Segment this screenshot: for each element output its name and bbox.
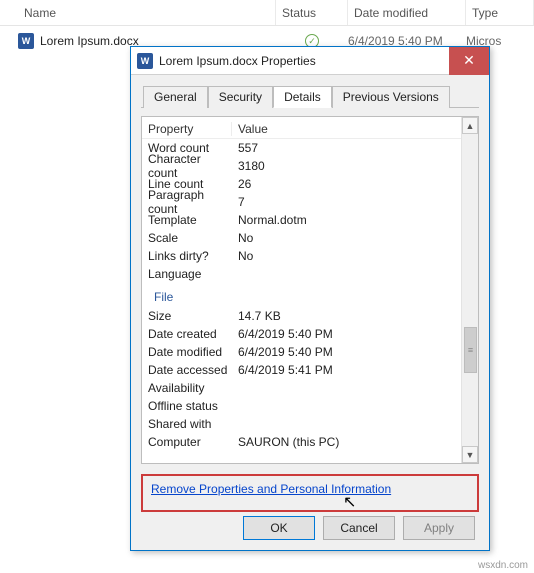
close-icon: ✕ xyxy=(463,52,475,69)
scroll-track[interactable] xyxy=(462,134,478,446)
tab-general[interactable]: General xyxy=(143,86,208,108)
cursor-icon: ↖ xyxy=(343,492,356,512)
prop-row[interactable]: Offline status xyxy=(142,397,461,415)
file-name: Lorem Ipsum.docx xyxy=(40,34,139,48)
prop-row[interactable]: Date modified6/4/2019 5:40 PM xyxy=(142,343,461,361)
cancel-button[interactable]: Cancel xyxy=(323,516,395,540)
dialog-button-row: OK Cancel Apply xyxy=(141,516,479,540)
scroll-up-button[interactable]: ▲ xyxy=(462,117,478,134)
column-header-row: Name Status Date modified Type xyxy=(0,0,534,26)
prop-row[interactable]: Paragraph count7 xyxy=(142,193,461,211)
prop-row[interactable]: Date accessed6/4/2019 5:41 PM xyxy=(142,361,461,379)
prop-row[interactable]: Size14.7 KB xyxy=(142,307,461,325)
column-header-date[interactable]: Date modified xyxy=(348,0,466,25)
tab-previous-versions[interactable]: Previous Versions xyxy=(332,86,450,108)
remove-properties-highlight: Remove Properties and Personal Informati… xyxy=(141,474,479,512)
prop-row[interactable]: TemplateNormal.dotm xyxy=(142,211,461,229)
ok-button[interactable]: OK xyxy=(243,516,315,540)
tab-details[interactable]: Details xyxy=(273,86,332,108)
dialog-title: Lorem Ipsum.docx Properties xyxy=(159,54,316,68)
prop-row[interactable]: Availability xyxy=(142,379,461,397)
column-header-status[interactable]: Status xyxy=(276,0,348,25)
prop-row[interactable]: ComputerSAURON (this PC) xyxy=(142,433,461,451)
apply-button[interactable]: Apply xyxy=(403,516,475,540)
dialog-titlebar[interactable]: W Lorem Ipsum.docx Properties ✕ xyxy=(131,47,489,75)
header-property[interactable]: Property xyxy=(142,122,232,136)
close-button[interactable]: ✕ xyxy=(449,47,489,75)
column-header-name[interactable]: Name xyxy=(18,0,276,25)
tab-strip: General Security Details Previous Versio… xyxy=(141,85,479,108)
scroll-thumb[interactable] xyxy=(464,327,477,373)
prop-row[interactable]: Date created6/4/2019 5:40 PM xyxy=(142,325,461,343)
word-doc-icon: W xyxy=(18,33,34,49)
column-header-type[interactable]: Type xyxy=(466,0,534,25)
list-header: Property Value xyxy=(142,119,461,139)
tab-security[interactable]: Security xyxy=(208,86,273,108)
property-listbox: Property Value Word count557 Character c… xyxy=(141,116,479,464)
prop-row[interactable]: Shared with xyxy=(142,415,461,433)
prop-row[interactable]: Language xyxy=(142,265,461,283)
prop-row[interactable]: ScaleNo xyxy=(142,229,461,247)
prop-row[interactable]: Character count3180 xyxy=(142,157,461,175)
word-doc-icon: W xyxy=(137,53,153,69)
group-file: File xyxy=(142,287,461,307)
header-value[interactable]: Value xyxy=(232,122,461,136)
scroll-down-button[interactable]: ▼ xyxy=(462,446,478,463)
watermark-text: wsxdn.com xyxy=(478,560,528,571)
properties-dialog: W Lorem Ipsum.docx Properties ✕ General … xyxy=(130,46,490,551)
scrollbar[interactable]: ▲ ▼ xyxy=(461,117,478,463)
prop-row[interactable]: Links dirty?No xyxy=(142,247,461,265)
